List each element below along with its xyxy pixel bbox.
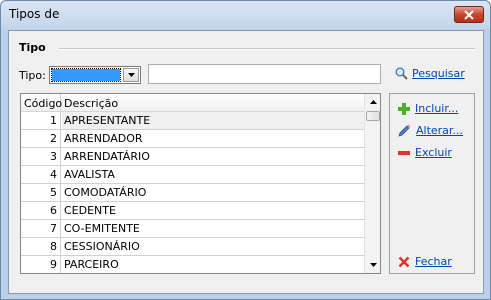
table-row[interactable]: 3 ARRENDATÁRIO <box>21 148 364 166</box>
cell-descricao: COMODATÁRIO <box>64 186 147 199</box>
cell-descricao: APRESENTANTE <box>62 112 364 129</box>
dialog-window: Tipos de Tipo Tipo: Pesquisar Código Des… <box>0 0 491 300</box>
tipos-grid[interactable]: Código Descrição 1 APRESENTANTE 2 ARRENDAD… <box>20 93 381 274</box>
tipo-label: Tipo: <box>19 69 46 82</box>
dialog-content: Tipo Tipo: Pesquisar Código Descrição 1 … <box>8 30 484 294</box>
grid-header: Código Descrição <box>21 94 364 112</box>
fechar-label: Fechar <box>415 255 452 268</box>
search-input[interactable] <box>148 64 381 84</box>
cell-codigo: 4 <box>21 166 61 183</box>
vertical-scrollbar[interactable] <box>364 94 380 273</box>
remove-icon <box>398 150 410 155</box>
title-bar[interactable]: Tipos de <box>1 1 490 29</box>
column-header-descricao[interactable]: Descrição <box>62 94 362 112</box>
group-divider <box>59 48 475 49</box>
scroll-up-button[interactable] <box>365 94 380 110</box>
table-row[interactable]: 5 COMODATÁRIO <box>21 184 364 202</box>
close-x-icon <box>398 256 410 267</box>
scroll-down-button[interactable] <box>365 257 380 273</box>
excluir-label: Excluir <box>415 146 452 159</box>
scroll-up-arrow-icon <box>369 100 377 104</box>
cell-descricao: ARRENDADOR <box>64 132 143 145</box>
incluir-button[interactable]: Incluir... <box>398 102 458 115</box>
column-header-codigo[interactable]: Código <box>21 94 62 112</box>
cell-descricao: ARRENDATÁRIO <box>64 150 150 163</box>
alterar-label: Alterar... <box>416 124 463 137</box>
window-close-button[interactable] <box>454 6 484 23</box>
cell-codigo: 7 <box>21 220 61 237</box>
table-row[interactable]: 6 CEDENTE <box>21 202 364 220</box>
group-title: Tipo <box>19 41 50 54</box>
window-title: Tipos de <box>9 7 60 21</box>
cell-descricao: PARCEIRO <box>64 258 119 271</box>
grid-rows: 1 APRESENTANTE 2 ARRENDADOR 3 ARRENDATÁRIO … <box>21 112 364 273</box>
excluir-button[interactable]: Excluir <box>398 146 452 159</box>
cell-codigo: 3 <box>21 148 61 165</box>
table-row[interactable]: 2 ARRENDADOR <box>21 130 364 148</box>
cell-descricao: CO-EMITENTE <box>64 222 140 235</box>
incluir-label: Incluir... <box>415 102 459 115</box>
cell-descricao: AVALISTA <box>64 168 115 181</box>
alterar-button[interactable]: Alterar... <box>398 124 463 137</box>
actions-panel: Incluir... Alterar... Excluir Fechar <box>389 93 475 274</box>
pesquisar-button[interactable]: Pesquisar <box>395 67 465 80</box>
chevron-down-icon <box>127 73 135 77</box>
add-icon <box>398 102 410 115</box>
cell-codigo: 8 <box>21 238 61 255</box>
cell-codigo: 6 <box>21 202 61 219</box>
scroll-down-arrow-icon <box>369 263 377 267</box>
cell-codigo: 2 <box>21 130 61 147</box>
table-row[interactable]: 9 PARCEIRO <box>21 256 364 273</box>
table-row[interactable]: 7 CO-EMITENTE <box>21 220 364 238</box>
fechar-button[interactable]: Fechar <box>398 255 452 268</box>
cell-descricao: CESSIONÁRIO <box>64 240 140 253</box>
table-row[interactable]: 4 AVALISTA <box>21 166 364 184</box>
dropdown-arrow-button[interactable] <box>123 68 139 82</box>
cell-descricao: CEDENTE <box>64 204 116 217</box>
cell-codigo: 9 <box>21 256 61 273</box>
close-icon <box>464 9 474 20</box>
search-icon <box>395 67 408 80</box>
pesquisar-label: Pesquisar <box>412 67 465 80</box>
table-row[interactable]: 8 CESSIONÁRIO <box>21 238 364 256</box>
table-row[interactable]: 1 APRESENTANTE <box>21 112 364 130</box>
cell-codigo: 1 <box>21 112 61 129</box>
scroll-thumb[interactable] <box>366 111 380 121</box>
tipo-dropdown[interactable] <box>49 66 141 84</box>
tipo-selected-value <box>51 68 121 82</box>
edit-pencil-icon <box>398 124 411 137</box>
cell-codigo: 5 <box>21 184 61 201</box>
